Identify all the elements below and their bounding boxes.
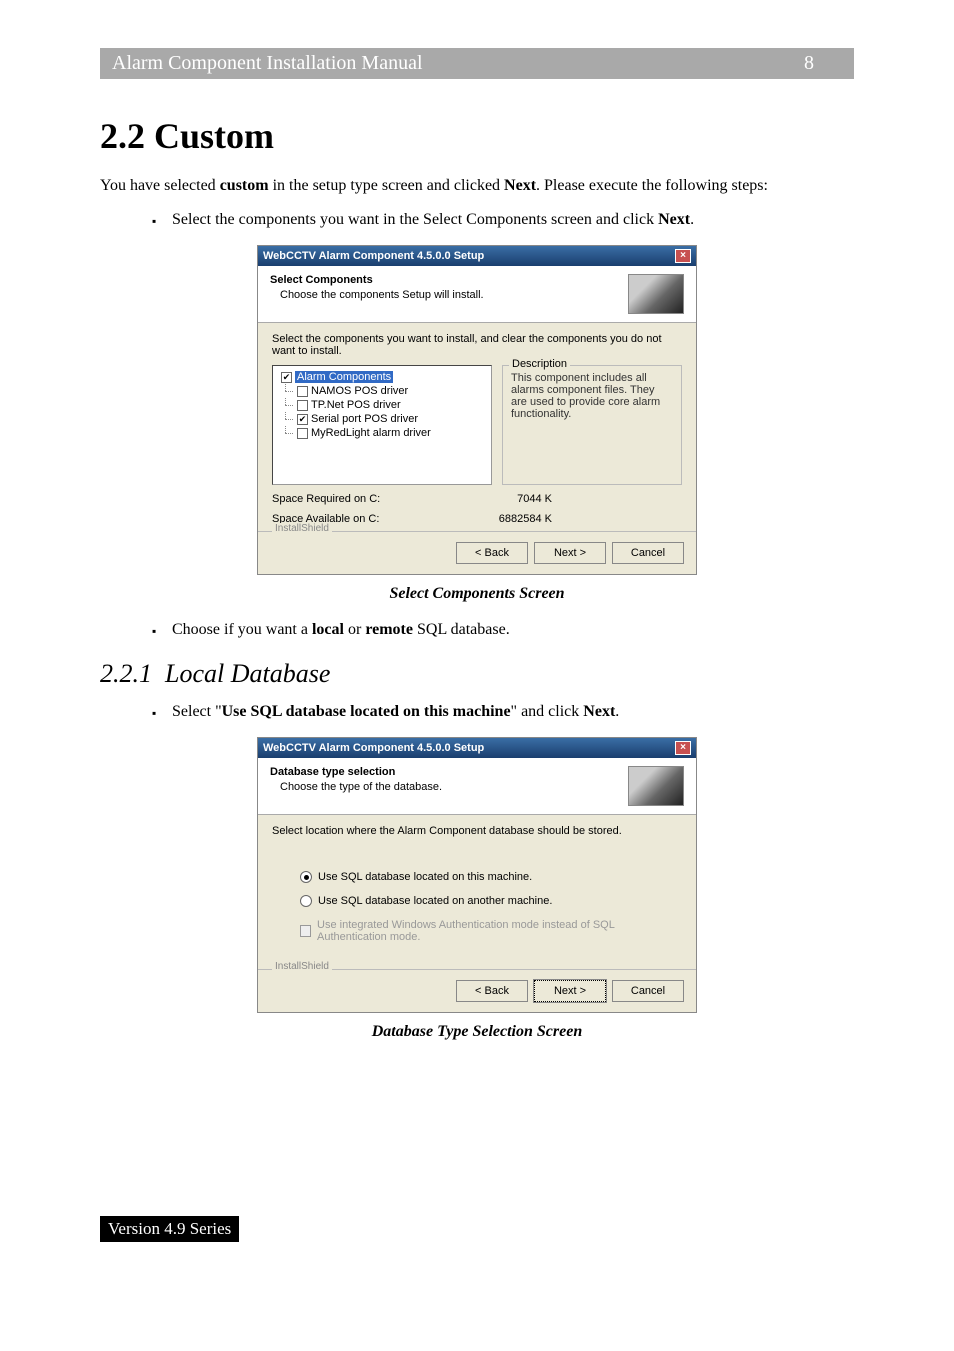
checkbox-integrated-auth: Use integrated Windows Authentication mo… — [300, 919, 682, 943]
checkbox-icon[interactable] — [297, 414, 308, 425]
next-button[interactable]: Next > — [534, 542, 606, 564]
doc-footer: Version 4.9 Series — [100, 1216, 239, 1242]
checkbox-icon[interactable] — [297, 428, 308, 439]
radio-another-machine[interactable]: Use SQL database located on another mach… — [300, 895, 682, 907]
dialog-titlebar: WebCCTV Alarm Component 4.5.0.0 Setup × — [258, 246, 696, 266]
tree-item-alarm-components[interactable]: Alarm Components — [277, 370, 487, 384]
cancel-button[interactable]: Cancel — [612, 542, 684, 564]
figure-caption-1: Select Components Screen — [100, 585, 854, 603]
dialog-banner-icon — [628, 274, 684, 314]
dialog-subheading: Choose the components Setup will install… — [280, 289, 628, 301]
back-button[interactable]: < Back — [456, 980, 528, 1002]
dialog-heading: Select Components — [270, 274, 628, 286]
checkbox-icon — [300, 925, 311, 937]
tree-item-myredlight[interactable]: MyRedLight alarm driver — [277, 426, 487, 440]
tree-item-namos[interactable]: NAMOS POS driver — [277, 384, 487, 398]
doc-header-page: 8 — [804, 52, 842, 75]
close-icon[interactable]: × — [675, 249, 691, 263]
doc-header: Alarm Component Installation Manual 8 — [100, 48, 854, 79]
select-components-dialog: WebCCTV Alarm Component 4.5.0.0 Setup × … — [257, 245, 697, 575]
bullet-choose-db: Choose if you want a local or remote SQL… — [152, 621, 854, 639]
component-tree[interactable]: Alarm Components NAMOS POS driver TP.Net… — [272, 365, 492, 485]
tree-item-serial[interactable]: Serial port POS driver — [277, 412, 487, 426]
space-required-row: Space Required on C: 7044 K — [272, 493, 552, 505]
description-groupbox: Description This component includes all … — [502, 365, 682, 485]
intro-paragraph: You have selected custom in the setup ty… — [100, 177, 854, 195]
checkbox-icon[interactable] — [297, 400, 308, 411]
subsection-heading: 2.2.1 Local Database — [100, 659, 854, 689]
description-text: This component includes all alarms compo… — [511, 372, 673, 420]
radio-icon[interactable] — [300, 895, 312, 907]
dialog-banner-icon — [628, 766, 684, 806]
doc-header-title: Alarm Component Installation Manual — [112, 52, 423, 75]
dialog-title: WebCCTV Alarm Component 4.5.0.0 Setup — [263, 742, 484, 754]
bullet-select-local: Select "Use SQL database located on this… — [152, 703, 854, 721]
installshield-label: InstallShield — [272, 961, 332, 972]
figure-caption-2: Database Type Selection Screen — [100, 1023, 854, 1041]
cancel-button[interactable]: Cancel — [612, 980, 684, 1002]
checkbox-icon[interactable] — [297, 386, 308, 397]
description-legend: Description — [509, 358, 570, 370]
next-button[interactable]: Next > — [534, 980, 606, 1002]
tree-item-tpnet[interactable]: TP.Net POS driver — [277, 398, 487, 412]
dialog-heading: Database type selection — [270, 766, 628, 778]
dialog-instruction: Select location where the Alarm Componen… — [272, 825, 682, 837]
dialog-instruction: Select the components you want to instal… — [272, 333, 682, 357]
close-icon[interactable]: × — [675, 741, 691, 755]
bullet-select-components: Select the components you want in the Se… — [152, 211, 854, 229]
dialog-titlebar: WebCCTV Alarm Component 4.5.0.0 Setup × — [258, 738, 696, 758]
radio-local-machine[interactable]: Use SQL database located on this machine… — [300, 871, 682, 883]
database-type-dialog: WebCCTV Alarm Component 4.5.0.0 Setup × … — [257, 737, 697, 1013]
dialog-title: WebCCTV Alarm Component 4.5.0.0 Setup — [263, 250, 484, 262]
checkbox-icon[interactable] — [281, 372, 292, 383]
radio-icon[interactable] — [300, 871, 312, 883]
installshield-label: InstallShield — [272, 523, 332, 534]
dialog-subheading: Choose the type of the database. — [280, 781, 628, 793]
back-button[interactable]: < Back — [456, 542, 528, 564]
section-heading: 2.2 Custom — [100, 115, 854, 157]
